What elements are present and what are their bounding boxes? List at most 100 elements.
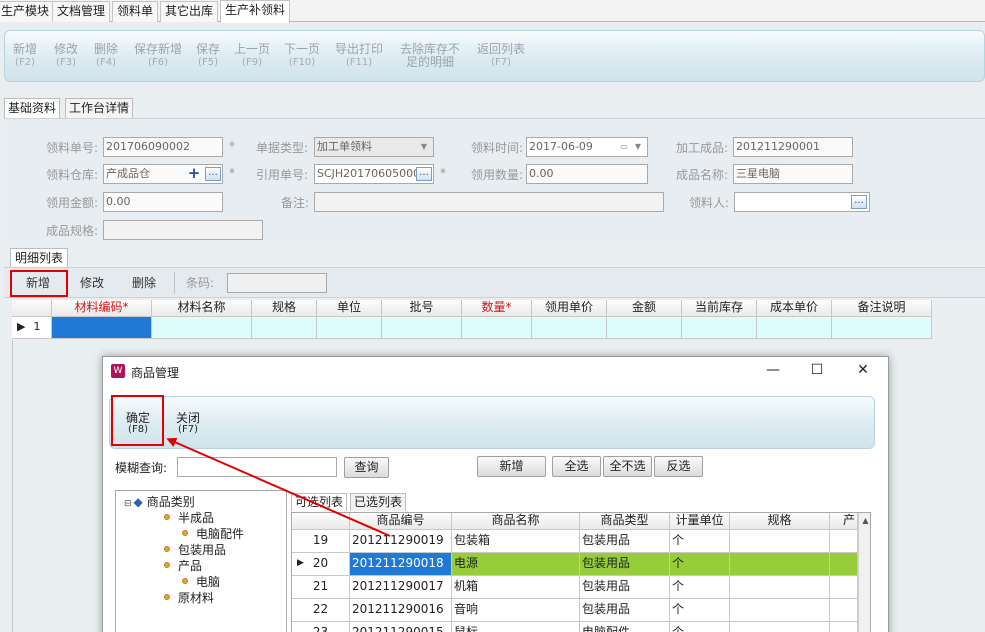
plus-icon[interactable]: +	[187, 166, 201, 182]
save-and-add-button[interactable]: 保存新增 (F6)	[134, 43, 182, 69]
table-row[interactable]: 21 201211290017 机箱 包装用品 个	[292, 576, 870, 599]
col-product-type[interactable]: 商品类型	[580, 513, 670, 530]
cell-unit[interactable]	[317, 317, 382, 339]
cell-unit-price[interactable]	[532, 317, 607, 339]
warehouse-field[interactable]: 产成品仓 +...	[103, 164, 223, 184]
col-origin[interactable]: 产	[830, 513, 858, 530]
table-row[interactable]: 22 201211290016 音响 包装用品 个	[292, 599, 870, 622]
col-current-stock[interactable]: 当前库存	[682, 300, 757, 317]
prev-page-button[interactable]: 上一页 (F9)	[234, 43, 270, 69]
tree-node-product[interactable]: 产品	[164, 557, 202, 574]
col-material-name[interactable]: 材料名称	[152, 300, 252, 317]
invert-selection-button[interactable]: 反选	[654, 456, 703, 477]
time-date-picker[interactable]: 2017-06-09 ▭ ▼	[526, 137, 648, 157]
col-cost-price[interactable]: 成本单价	[757, 300, 832, 317]
tree-node-computer[interactable]: 电脑	[182, 573, 220, 590]
tab-available-list[interactable]: 可选列表	[291, 493, 348, 511]
order-no-field[interactable]: 201706090002	[103, 137, 223, 157]
cell-batch[interactable]	[382, 317, 462, 339]
col-qty[interactable]: 数量*	[462, 300, 532, 317]
cell-amount[interactable]	[607, 317, 682, 339]
product-list-grid: 商品编号 商品名称 商品类型 计量单位 规格 产 ▲ 19 2012112900…	[291, 512, 871, 632]
select-none-button[interactable]: 全不选	[603, 456, 652, 477]
ref-no-field[interactable]: SCJH201706050001/...	[314, 164, 434, 184]
col-product-spec[interactable]: 规格	[730, 513, 830, 530]
cell-material-code[interactable]	[52, 317, 152, 339]
detail-delete-button[interactable]: 删除	[132, 274, 156, 291]
tab-other-outbound[interactable]: 其它出库	[160, 1, 219, 22]
measure-unit: 个	[670, 553, 730, 576]
row-number: ▶ 20	[292, 553, 350, 576]
tree-node-pc-parts[interactable]: 电脑配件	[182, 525, 244, 542]
qty-field[interactable]: 0.00	[526, 164, 648, 184]
cell-current-stock[interactable]	[682, 317, 757, 339]
tree-root[interactable]: ⊟ ◆ 商品类别	[124, 493, 195, 510]
tab-production-module[interactable]: 生产模块	[0, 1, 55, 22]
cell-qty[interactable]	[462, 317, 532, 339]
close-icon[interactable]: ✕	[853, 361, 873, 379]
tree-node-raw-material[interactable]: 原材料	[164, 589, 214, 606]
tree-node-packaging[interactable]: 包装用品	[164, 541, 226, 558]
tree-node-semi-finished[interactable]: 半成品	[164, 509, 214, 526]
barcode-input[interactable]	[227, 273, 327, 293]
product-type: 包装用品	[580, 599, 670, 622]
category-tree[interactable]: ⊟ ◆ 商品类别 半成品 电脑配件 包装用品 产品 电脑 原材料	[115, 490, 287, 632]
export-print-button[interactable]: 导出打印 (F11)	[335, 43, 383, 69]
add-button[interactable]: 新增 (F2)	[13, 43, 37, 69]
tab-selected-list[interactable]: 已选列表	[350, 493, 407, 511]
product-name-field[interactable]: 三星电脑	[733, 164, 853, 184]
browse-icon[interactable]: ...	[851, 195, 867, 209]
col-product-code[interactable]: 商品编号	[350, 513, 452, 530]
col-remark[interactable]: 备注说明	[832, 300, 932, 317]
dialog-add-button[interactable]: 新增	[477, 456, 546, 477]
cell-material-name[interactable]	[152, 317, 252, 339]
tab-document-management[interactable]: 文档管理	[52, 1, 111, 22]
spec-field[interactable]	[103, 220, 263, 240]
detail-edit-button[interactable]: 修改	[80, 274, 104, 291]
remark-field[interactable]	[314, 192, 664, 212]
search-input[interactable]	[177, 457, 337, 477]
browse-icon[interactable]: ...	[205, 167, 221, 181]
cell-spec[interactable]	[252, 317, 317, 339]
row-header[interactable]: ▶ 1	[12, 317, 52, 339]
edit-button[interactable]: 修改 (F3)	[54, 43, 78, 69]
col-amount[interactable]: 金额	[607, 300, 682, 317]
tab-detail-list[interactable]: 明细列表	[10, 248, 69, 268]
delete-button[interactable]: 删除 (F4)	[94, 43, 118, 69]
tab-picking-order[interactable]: 领料单	[112, 1, 159, 22]
cell-remark[interactable]	[832, 317, 932, 339]
save-button[interactable]: 保存 (F5)	[196, 43, 220, 69]
table-row-selected[interactable]: ▶ 20 201211290018 电源 包装用品 个	[292, 553, 870, 576]
cell-cost-price[interactable]	[757, 317, 832, 339]
prev-page-button-key: (F9)	[242, 57, 262, 68]
back-to-list-button[interactable]: 返回列表 (F7)	[477, 43, 525, 69]
col-unit[interactable]: 单位	[317, 300, 382, 317]
tab-workbench-details[interactable]: 工作台详情	[65, 98, 134, 118]
close-button[interactable]: 关闭 (F7)	[176, 412, 200, 436]
maximize-icon[interactable]: ☐	[807, 361, 827, 379]
minimize-icon[interactable]: —	[763, 361, 783, 379]
receiver-field[interactable]: ...	[734, 192, 870, 212]
table-row[interactable]: 23 201211290015 鼠标 电脑配件 个	[292, 622, 870, 632]
col-unit-price[interactable]: 领用单价	[532, 300, 607, 317]
scroll-up-icon[interactable]: ▲	[859, 516, 870, 525]
export-print-button-label: 导出打印	[335, 42, 384, 56]
remove-insufficient-stock-button[interactable]: 去除库存不 足的明细	[400, 43, 460, 69]
product-spec	[730, 599, 830, 622]
toolbar-divider	[174, 272, 175, 294]
browse-icon[interactable]: ...	[416, 167, 432, 181]
next-page-button[interactable]: 下一页 (F10)	[284, 43, 320, 69]
tab-basic-info[interactable]: 基础资料	[4, 98, 61, 118]
col-product-name[interactable]: 商品名称	[452, 513, 580, 530]
product-field[interactable]: 201211290001	[733, 137, 853, 157]
select-all-button[interactable]: 全选	[552, 456, 601, 477]
table-row[interactable]: 19 201211290019 包装箱 包装用品 个	[292, 530, 870, 553]
doc-type-select[interactable]: 加工单领料 ▼	[314, 137, 434, 157]
tab-supplementary-picking[interactable]: 生产补领料	[220, 0, 291, 23]
search-button[interactable]: 查询	[344, 457, 389, 478]
col-spec[interactable]: 规格	[252, 300, 317, 317]
col-material-code[interactable]: 材料编码*	[52, 300, 152, 317]
col-measure-unit[interactable]: 计量单位	[670, 513, 730, 530]
col-batch[interactable]: 批号	[382, 300, 462, 317]
amount-field[interactable]: 0.00	[103, 192, 223, 212]
